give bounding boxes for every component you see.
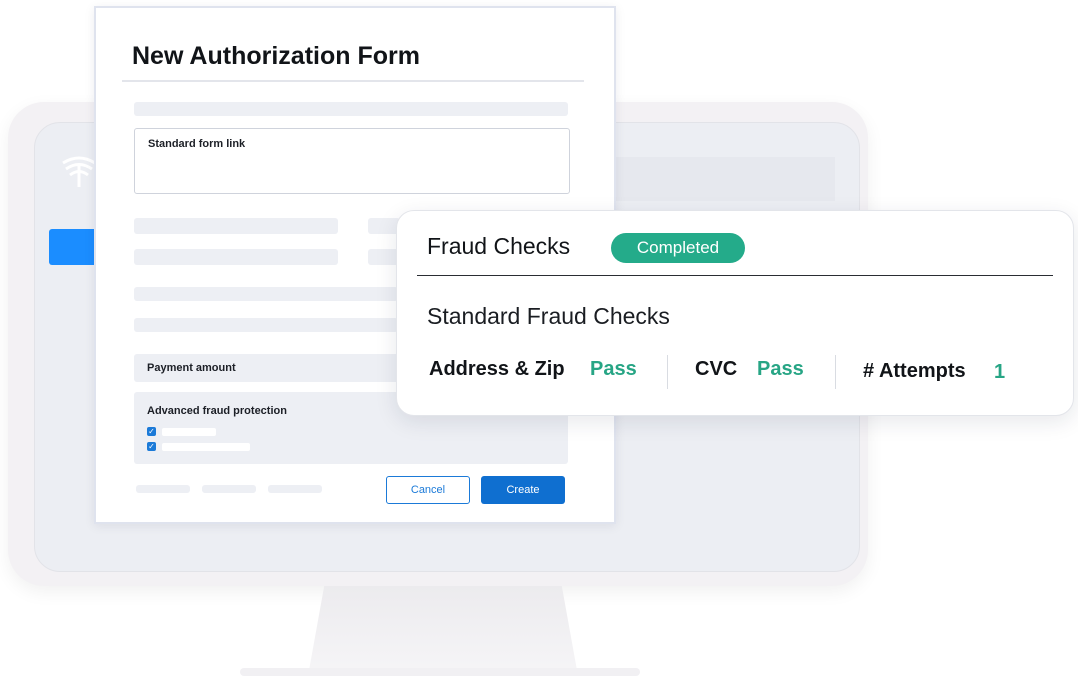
form-title: New Authorization Form [132,42,420,70]
monitor-stand-base [240,668,640,676]
footer-placeholder [268,485,322,493]
address-zip-label: Address & Zip [429,358,565,380]
payment-amount-field[interactable]: Payment amount [134,354,434,382]
screen-topbar [615,157,835,201]
metric-divider [835,355,836,389]
monitor-stand [308,586,578,676]
checkbox-option-placeholder [162,428,216,436]
placeholder-field [134,249,338,265]
check-icon[interactable]: ✓ [147,442,156,451]
checkbox-option-placeholder [162,443,250,451]
placeholder-field [134,318,398,332]
standard-form-link-label: Standard form link [148,138,246,150]
check-icon[interactable]: ✓ [147,427,156,436]
attempts-label: # Attempts [863,360,966,382]
placeholder-bar [134,102,568,116]
payment-amount-label: Payment amount [147,362,236,374]
cvc-result: Pass [757,358,804,380]
title-divider [122,80,584,82]
placeholder-field [134,218,338,234]
attempts-count: 1 [994,361,1006,383]
wing-logo-icon [62,156,96,187]
standard-fraud-checks-heading: Standard Fraud Checks [427,303,670,329]
footer-placeholder [202,485,256,493]
fraud-checks-card: Fraud Checks Completed Standard Fraud Ch… [396,210,1074,416]
advanced-fraud-protection-label: Advanced fraud protection [147,405,287,417]
cancel-button[interactable]: Cancel [386,476,470,504]
address-zip-result: Pass [590,358,637,380]
metric-divider [667,355,668,389]
fraud-checks-title: Fraud Checks [427,233,571,259]
cvc-label: CVC [695,358,738,380]
placeholder-field [134,287,398,301]
standard-form-link-field[interactable]: Standard form link [134,128,570,194]
fraud-checks-divider [417,275,1053,276]
footer-placeholder [136,485,190,493]
create-button[interactable]: Create [481,476,565,504]
status-badge: Completed [611,233,745,263]
